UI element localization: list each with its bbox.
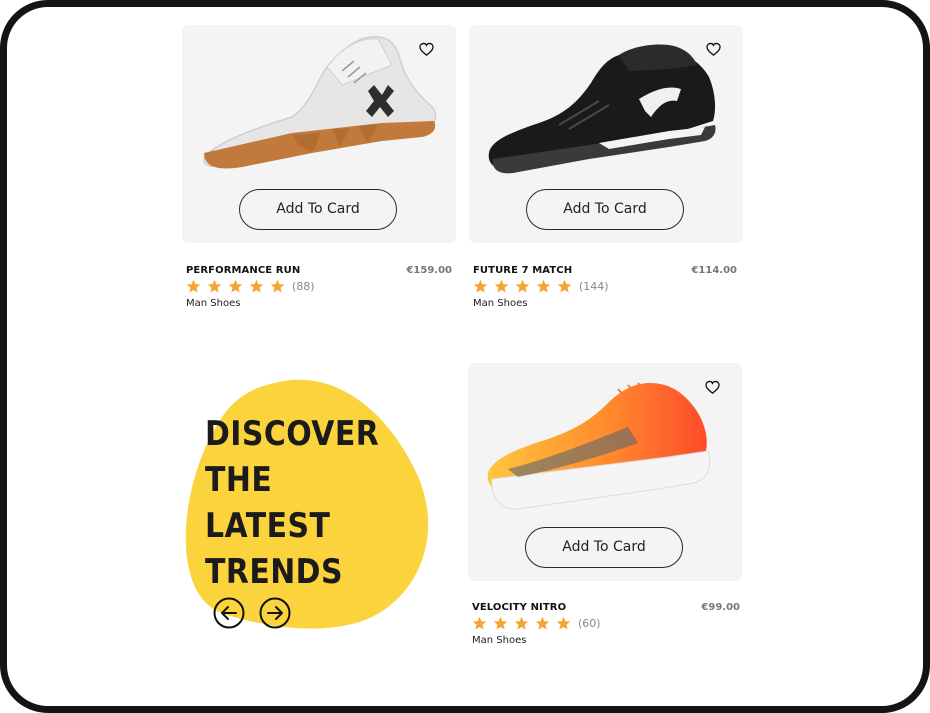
add-to-card-button[interactable]: Add To Card — [525, 527, 683, 568]
product-name[interactable]: FUTURE 7 MATCH — [473, 265, 572, 276]
star-icon — [228, 279, 243, 292]
promo-headline: DISCOVER THE LATEST TRENDS — [205, 411, 399, 595]
promo-line-2: THE — [205, 460, 273, 500]
product-name[interactable]: PERFORMANCE RUN — [186, 265, 300, 276]
product-image — [487, 382, 710, 510]
add-to-card-button[interactable]: Add To Card — [239, 189, 397, 230]
promo-line-3: LATEST — [205, 506, 331, 546]
arrow-right-circle-icon[interactable] — [259, 597, 291, 629]
rating-stars: (144) — [473, 278, 609, 294]
star-icon — [494, 279, 509, 292]
star-icon — [186, 279, 201, 292]
promo-line-4: TRENDS — [205, 552, 343, 592]
product-card-velocity-nitro[interactable]: Add To Card — [468, 363, 742, 581]
product-price: €99.00 — [701, 602, 740, 613]
star-icon — [536, 279, 551, 292]
star-icon — [515, 279, 530, 292]
star-icon — [249, 279, 264, 292]
star-icon — [207, 279, 222, 292]
star-icon — [535, 616, 550, 629]
add-to-card-button[interactable]: Add To Card — [526, 189, 684, 230]
product-price: €114.00 — [691, 265, 737, 276]
heart-icon[interactable] — [706, 42, 721, 57]
product-category: Man Shoes — [473, 298, 528, 309]
product-category: Man Shoes — [472, 635, 527, 646]
product-category: Man Shoes — [186, 298, 241, 309]
heart-icon[interactable] — [705, 380, 720, 395]
star-icon — [514, 616, 529, 629]
star-icon — [557, 279, 572, 292]
product-image — [488, 44, 716, 174]
review-count: (88) — [292, 279, 315, 293]
star-icon — [270, 279, 285, 292]
star-icon — [556, 616, 571, 629]
rating-stars: (60) — [472, 615, 601, 631]
star-icon — [493, 616, 508, 629]
star-icon — [473, 279, 488, 292]
product-card-future-7-match[interactable]: Add To Card — [469, 25, 743, 243]
rating-stars: (88) — [186, 278, 315, 294]
review-count: (60) — [578, 616, 601, 630]
star-icon — [472, 616, 487, 629]
product-card-performance-run[interactable]: Add To Card — [182, 25, 456, 243]
product-image — [203, 35, 437, 169]
product-price: €159.00 — [406, 265, 452, 276]
arrow-left-circle-icon[interactable] — [213, 597, 245, 629]
heart-icon[interactable] — [419, 42, 434, 57]
device-frame — [0, 0, 930, 713]
promo-line-1: DISCOVER — [205, 414, 380, 454]
review-count: (144) — [579, 279, 609, 293]
product-name[interactable]: VELOCITY NITRO — [472, 602, 566, 613]
